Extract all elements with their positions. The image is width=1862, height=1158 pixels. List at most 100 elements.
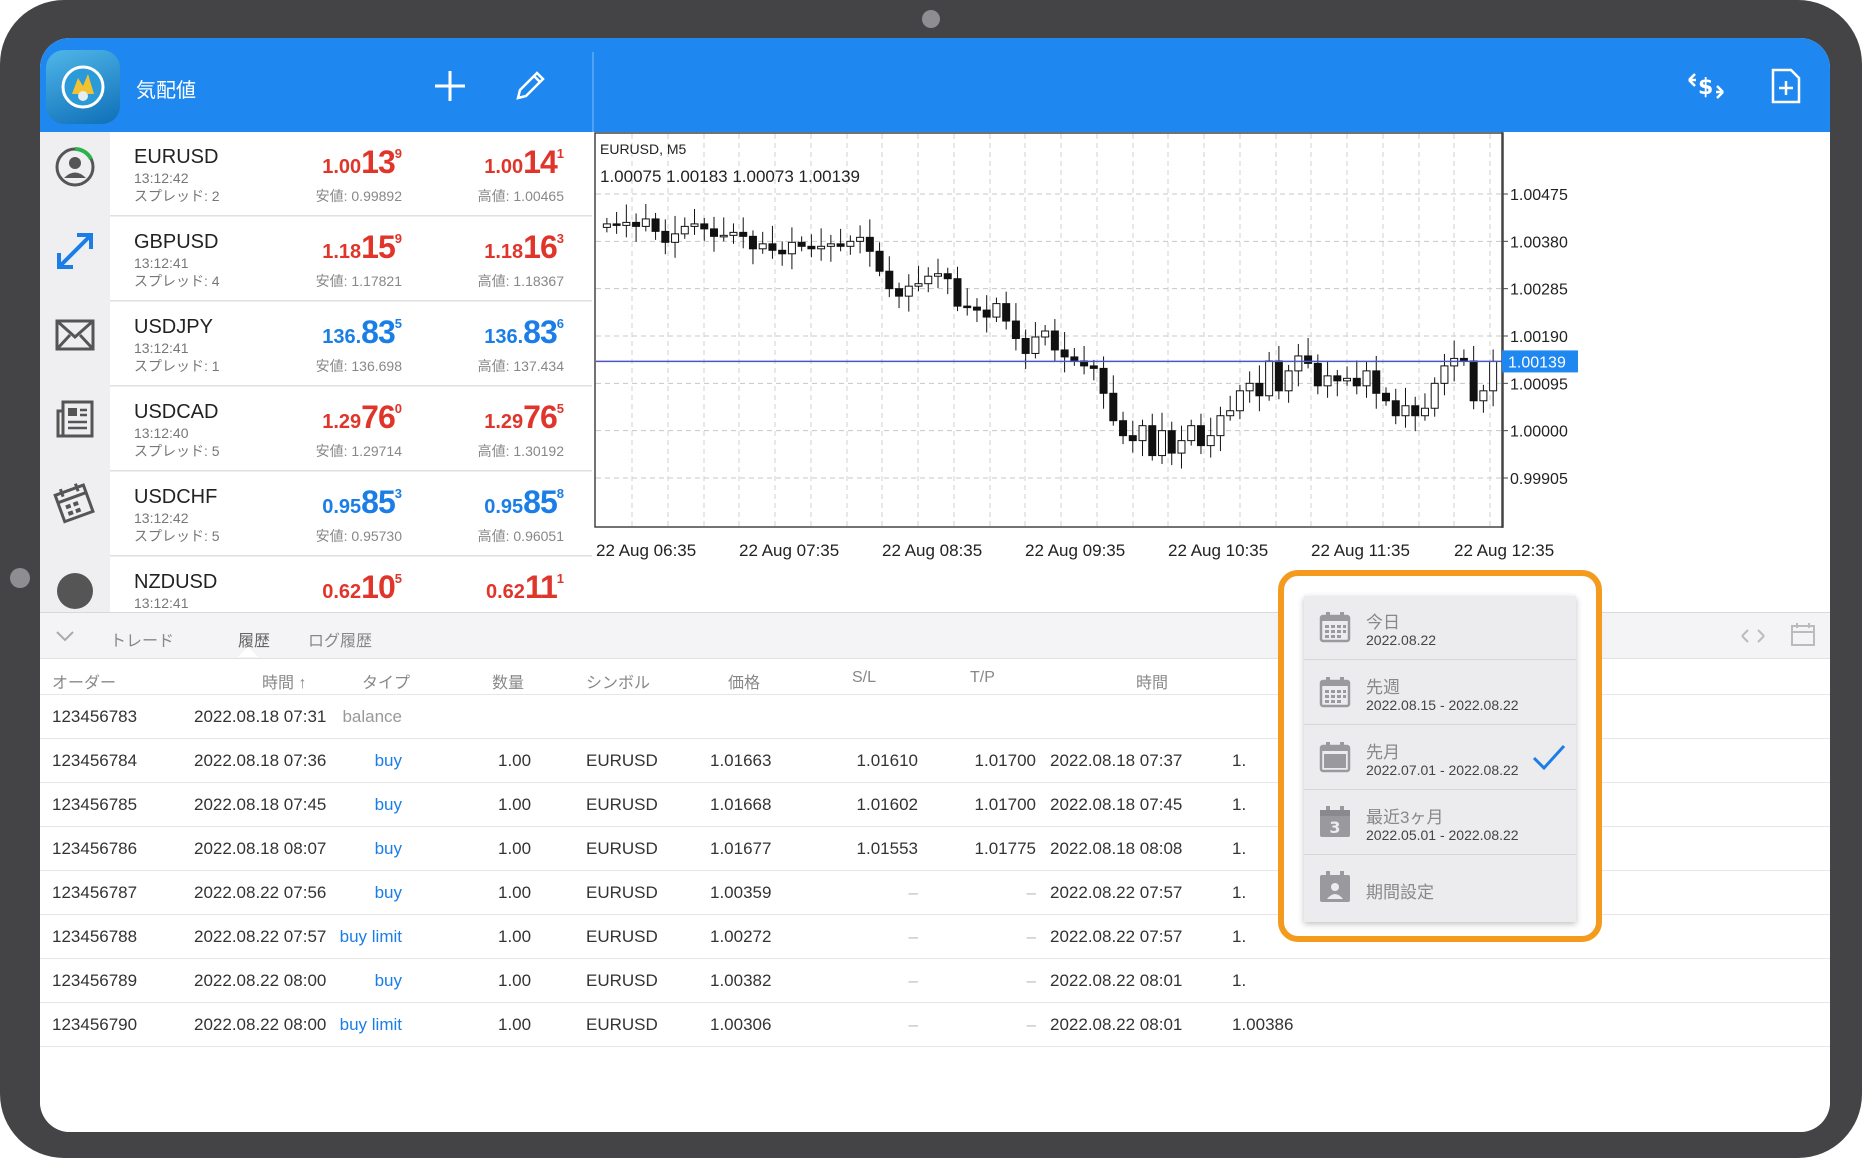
sidebar-calendar-icon[interactable] bbox=[40, 468, 110, 538]
period-option-1[interactable]: 先週 2022.08.15 - 2022.08.22 bbox=[1304, 661, 1576, 725]
candle-bull bbox=[1479, 390, 1488, 402]
table-row[interactable]: 123456790 2022.08.22 08:00 buy limit 1.00 EU… bbox=[40, 1003, 1830, 1047]
cell-stop-loss: 1.01610 bbox=[856, 751, 918, 770]
svg-text:3: 3 bbox=[1329, 818, 1340, 837]
header-time[interactable]: 時間 ↑ bbox=[262, 669, 306, 693]
quote-row-usdjpy[interactable]: USDJPY 13:12:41 スプレッド: 1 136.835 136.836 安値: … bbox=[110, 302, 592, 386]
header-sl[interactable]: S/L bbox=[852, 669, 876, 687]
candle-bear bbox=[1382, 392, 1390, 402]
bid-price[interactable]: 0.62105 bbox=[322, 569, 402, 606]
candle-bull bbox=[1323, 375, 1332, 387]
ask-price[interactable]: 1.29765 bbox=[484, 399, 564, 436]
cell-order-id: 123456790 bbox=[52, 1015, 138, 1034]
candle-bull bbox=[1158, 430, 1166, 457]
candle-bull bbox=[1216, 415, 1225, 437]
edit-pencil-icon[interactable] bbox=[510, 66, 550, 106]
header-tp[interactable]: T/P bbox=[970, 669, 995, 687]
ask-price[interactable]: 0.62111 bbox=[486, 569, 564, 606]
cell-stop-loss: – bbox=[908, 1015, 918, 1034]
ask-price[interactable]: 1.18163 bbox=[484, 229, 564, 266]
quote-spread: スプレッド: 4 bbox=[134, 273, 220, 289]
add-icon[interactable] bbox=[430, 66, 470, 106]
bid-price[interactable]: 1.00139 bbox=[322, 144, 402, 181]
cell-volume: 1.00 bbox=[498, 751, 532, 770]
bid-price[interactable]: 0.95853 bbox=[322, 484, 402, 521]
tab-log[interactable]: ログ履歴 bbox=[308, 627, 372, 651]
candle-bull bbox=[817, 245, 826, 250]
quote-symbol: NZDUSD bbox=[134, 571, 218, 593]
candle-bear bbox=[972, 306, 981, 311]
exchange-small-icon[interactable] bbox=[1740, 625, 1766, 647]
candle-bear bbox=[865, 236, 874, 252]
header-time-2[interactable]: 時間 bbox=[1136, 669, 1168, 693]
chevron-down-icon[interactable] bbox=[54, 625, 76, 647]
candle-bear bbox=[1274, 360, 1283, 392]
candle-bull bbox=[1245, 382, 1254, 392]
bid-price[interactable]: 1.18159 bbox=[322, 229, 402, 266]
header-type[interactable]: タイプ bbox=[362, 669, 410, 693]
quote-spread: スプレッド: 1 bbox=[134, 358, 220, 374]
quote-row-gbpusd[interactable]: GBPUSD 13:12:41 スプレッド: 4 1.18159 1.18163 安値: … bbox=[110, 217, 592, 301]
new-order-icon[interactable] bbox=[1766, 66, 1806, 106]
sidebar-mail-icon[interactable] bbox=[40, 300, 110, 370]
candle-bear bbox=[710, 228, 718, 237]
ask-price[interactable]: 136.836 bbox=[484, 314, 564, 351]
cell-order-id: 123456786 bbox=[52, 839, 138, 858]
chart-ohlc-label: 1.00075 1.00183 1.00073 1.00139 bbox=[600, 167, 860, 186]
table-row[interactable]: 123456789 2022.08.22 08:00 buy 1.00 EURUSD 1.… bbox=[40, 959, 1830, 1003]
header-symbol[interactable]: シンボル bbox=[586, 669, 650, 693]
bid-price[interactable]: 136.835 bbox=[322, 314, 402, 351]
candle-bull bbox=[1265, 360, 1274, 397]
cell-close-price: 1.00386 bbox=[1232, 1015, 1294, 1034]
candle-bear bbox=[1050, 330, 1059, 351]
period-option-0[interactable]: 今日 2022.08.22 bbox=[1304, 596, 1576, 660]
quote-row-usdchf[interactable]: USDCHF 13:12:42 スプレッド: 5 0.95853 0.95858 安値: … bbox=[110, 472, 592, 556]
period-option-4[interactable]: 期間設定 bbox=[1304, 856, 1576, 920]
ask-price[interactable]: 1.00141 bbox=[484, 144, 564, 181]
quote-time: 13:12:41 bbox=[134, 595, 189, 611]
quote-row-eurusd[interactable]: EURUSD 13:12:42 スプレッド: 2 1.00139 1.00141 安値: … bbox=[110, 132, 592, 216]
cell-stop-loss: – bbox=[908, 883, 918, 902]
price-chart[interactable]: 1.00475 1.00380 1.00285 1.00190 1.00095 1.000… bbox=[594, 132, 1830, 612]
side-button bbox=[10, 568, 30, 588]
cell-order-type: buy bbox=[374, 839, 402, 858]
candle-bear bbox=[963, 305, 972, 309]
sidebar-news-icon[interactable] bbox=[40, 384, 110, 454]
candle-bull bbox=[1343, 377, 1352, 382]
ask-price[interactable]: 0.95858 bbox=[484, 484, 564, 521]
cell-take-profit: 1.01700 bbox=[974, 795, 1036, 814]
quote-row-usdcad[interactable]: USDCAD 13:12:40 スプレッド: 5 1.29760 1.29765 安値: … bbox=[110, 387, 592, 471]
candle-bull bbox=[622, 221, 631, 226]
header-price[interactable]: 価格 bbox=[728, 669, 760, 693]
quote-row-nzdusd[interactable]: NZDUSD 13:12:41 0.62105 0.62111 bbox=[110, 557, 592, 612]
cell-stop-loss: – bbox=[908, 927, 918, 946]
bid-price[interactable]: 1.29760 bbox=[322, 399, 402, 436]
calendar-small-icon[interactable] bbox=[1790, 621, 1816, 647]
candle-bull bbox=[1440, 365, 1449, 384]
header-order[interactable]: オーダー bbox=[52, 669, 116, 693]
cell-order-type: buy bbox=[374, 971, 402, 990]
y-tick-label: 1.00095 bbox=[1510, 376, 1568, 393]
candle-bear bbox=[1352, 377, 1361, 387]
tab-trade[interactable]: トレード bbox=[110, 627, 174, 651]
candle-bear bbox=[612, 223, 621, 226]
calendar-month-icon bbox=[1319, 742, 1351, 773]
cell-volume: 1.00 bbox=[498, 795, 532, 814]
quote-high: 高値: 0.96051 bbox=[477, 528, 564, 544]
candle-bear bbox=[1070, 356, 1079, 362]
sidebar-trade-icon[interactable] bbox=[40, 216, 110, 286]
header-volume[interactable]: 数量 bbox=[492, 669, 524, 693]
app-logo-icon[interactable] bbox=[46, 50, 120, 124]
x-tick-label: 22 Aug 07:35 bbox=[739, 541, 839, 560]
y-tick-label: 1.00190 bbox=[1510, 329, 1568, 346]
currency-exchange-icon[interactable]: $ bbox=[1686, 66, 1726, 106]
candle-bull bbox=[1294, 355, 1303, 372]
sidebar-account-icon[interactable] bbox=[40, 132, 110, 202]
period-option-2[interactable]: 先月 2022.07.01 - 2022.08.22 bbox=[1304, 726, 1576, 790]
candle-bear bbox=[1255, 382, 1264, 397]
quote-symbol: USDJPY bbox=[134, 316, 213, 338]
period-option-3[interactable]: 3 最近3ヶ月 2022.05.01 - 2022.08.22 bbox=[1304, 791, 1576, 855]
cell-close-time: 2022.08.22 07:57 bbox=[1050, 883, 1183, 902]
candle-bull bbox=[1226, 410, 1235, 417]
candle-bull bbox=[846, 240, 855, 247]
